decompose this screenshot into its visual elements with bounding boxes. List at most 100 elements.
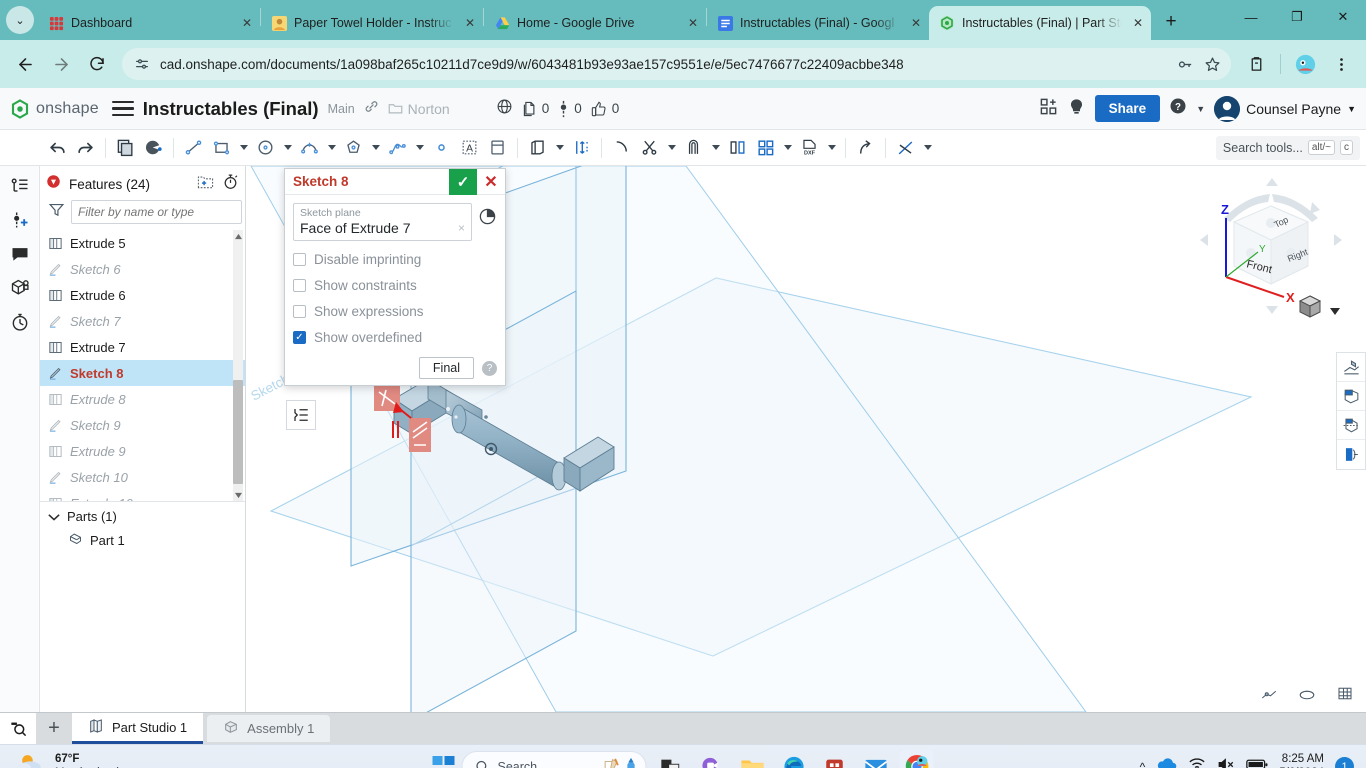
offset-chevron-down-icon[interactable] xyxy=(708,134,723,162)
user-chevron-down-icon[interactable]: ▼ xyxy=(1347,104,1356,114)
bookmark-star-icon[interactable] xyxy=(1204,56,1221,73)
forward-arrow-icon[interactable] xyxy=(44,47,78,81)
taskbar-search-input[interactable]: Search xyxy=(461,751,647,768)
polygon-chevron-down-icon[interactable] xyxy=(368,134,383,162)
share-button[interactable]: Share xyxy=(1094,95,1161,122)
feature-list-icon[interactable] xyxy=(4,170,36,202)
insert-part-icon[interactable] xyxy=(4,272,36,304)
render-shaded-icon[interactable] xyxy=(1337,382,1365,411)
error-badge-icon[interactable] xyxy=(46,174,61,194)
scroll-down-arrow-icon[interactable] xyxy=(233,489,243,501)
address-bar[interactable]: cad.onshape.com/documents/1a098baf265c10… xyxy=(122,48,1231,80)
feature-row-extrude-8[interactable]: Extrude 8 xyxy=(40,386,245,412)
checkbox[interactable] xyxy=(293,305,306,318)
comments-icon[interactable] xyxy=(4,238,36,270)
trim-chevron-down-icon[interactable] xyxy=(664,134,679,162)
spline-icon[interactable] xyxy=(384,134,411,162)
close-icon[interactable]: ✕ xyxy=(1129,14,1147,32)
sketch-plane-field[interactable]: Sketch plane Face of Extrude 7 × xyxy=(293,203,472,241)
filter-funnel-icon[interactable] xyxy=(48,201,65,223)
feature-row-extrude-6[interactable]: Extrude 6 xyxy=(40,282,245,308)
reload-icon[interactable] xyxy=(80,47,114,81)
use-projection-icon[interactable] xyxy=(524,134,551,162)
transform-icon[interactable] xyxy=(852,134,879,162)
feature-list-scrollbar[interactable] xyxy=(233,230,243,501)
spline-chevron-down-icon[interactable] xyxy=(412,134,427,162)
doc-tab-assembly-1[interactable]: Assembly 1 xyxy=(207,715,331,742)
pattern-chevron-down-icon[interactable] xyxy=(780,134,795,162)
option-show-overdefined[interactable]: Show overdefined xyxy=(293,330,497,345)
feature-list[interactable]: Extrude 5 Sketch 6 Extrude 6 Sketch 7 Extrud… xyxy=(40,230,245,502)
option-show-constraints[interactable]: Show constraints xyxy=(293,278,497,293)
scrollbar-thumb[interactable] xyxy=(233,380,243,484)
use-chevron-down-icon[interactable] xyxy=(552,134,567,162)
notifications-badge[interactable]: 1 xyxy=(1335,757,1354,768)
file-explorer-icon[interactable] xyxy=(736,750,770,768)
browser-tab-google-drive[interactable]: Home - Google Drive ✕ xyxy=(484,6,706,40)
circle-chevron-down-icon[interactable] xyxy=(280,134,295,162)
weather-widget[interactable]: 67°F Mostly cloudy xyxy=(0,752,125,768)
feature-row-extrude-5[interactable]: Extrude 5 xyxy=(40,230,245,256)
chevron-down-icon[interactable] xyxy=(48,509,60,524)
add-tab-button[interactable]: + xyxy=(36,713,72,744)
parts-section-header[interactable]: Parts (1) xyxy=(40,502,245,528)
wifi-icon[interactable] xyxy=(1188,757,1206,768)
option-disable-imprinting[interactable]: Disable imprinting xyxy=(293,252,497,267)
construction-chevron-down-icon[interactable] xyxy=(920,134,935,162)
feature-row-sketch-8[interactable]: Sketch 8 xyxy=(40,360,245,386)
edge-icon[interactable] xyxy=(777,750,811,768)
final-button[interactable]: Final xyxy=(418,357,474,379)
arc-icon[interactable] xyxy=(296,134,323,162)
globe-icon[interactable] xyxy=(496,98,513,120)
scroll-up-arrow-icon[interactable] xyxy=(233,230,243,242)
measure-icon[interactable] xyxy=(1337,440,1365,469)
feature-tree-toggle-icon[interactable] xyxy=(286,400,316,430)
checkbox[interactable] xyxy=(293,253,306,266)
fillet-icon[interactable] xyxy=(608,134,635,162)
linear-pattern-icon[interactable] xyxy=(752,134,779,162)
user-menu[interactable]: Counsel Payne ▼ xyxy=(1214,95,1356,122)
close-icon[interactable]: ✕ xyxy=(684,14,702,32)
rectangle-chevron-down-icon[interactable] xyxy=(236,134,251,162)
feature-row-sketch-10[interactable]: Sketch 10 xyxy=(40,464,245,490)
accept-button[interactable]: ✓ xyxy=(449,168,477,195)
chrome-icon[interactable] xyxy=(899,749,934,768)
undo-icon[interactable] xyxy=(44,134,71,162)
feature-row-extrude-10[interactable]: Extrude 10 xyxy=(40,490,245,501)
password-key-icon[interactable] xyxy=(1177,56,1194,73)
rectangle-icon[interactable] xyxy=(208,134,235,162)
versions-counter[interactable]: 0 xyxy=(558,100,582,118)
offset-icon[interactable] xyxy=(680,134,707,162)
task-view-icon[interactable] xyxy=(654,750,688,768)
extensions-icon[interactable] xyxy=(1239,47,1273,81)
tab-search-icon[interactable] xyxy=(0,713,36,744)
copy-paste-icon[interactable] xyxy=(112,134,139,162)
construction-geometry-icon[interactable] xyxy=(892,134,919,162)
mirror-icon[interactable] xyxy=(724,134,751,162)
battery-icon[interactable] xyxy=(1246,758,1268,768)
history-icon[interactable] xyxy=(4,306,36,338)
feature-row-extrude-9[interactable]: Extrude 9 xyxy=(40,438,245,464)
section-view-icon[interactable] xyxy=(1337,353,1365,382)
line-icon[interactable] xyxy=(180,134,207,162)
close-window-button[interactable]: ✕ xyxy=(1320,0,1366,34)
volume-muted-icon[interactable] xyxy=(1217,757,1235,768)
help-chevron-down-icon[interactable]: ▼ xyxy=(1196,104,1205,114)
display-state-icon[interactable] xyxy=(1337,411,1365,440)
point-icon[interactable] xyxy=(428,134,455,162)
dxf-chevron-down-icon[interactable] xyxy=(824,134,839,162)
arc-chevron-down-icon[interactable] xyxy=(324,134,339,162)
tab-list-button[interactable]: ⌄ xyxy=(6,6,34,34)
onshape-logo[interactable]: onshape xyxy=(10,98,99,119)
tray-chevron-up-icon[interactable]: ^ xyxy=(1140,760,1146,768)
copies-counter[interactable]: 0 xyxy=(522,101,549,117)
new-tab-button[interactable]: + xyxy=(1157,8,1185,36)
close-icon[interactable]: ✕ xyxy=(238,14,256,32)
add-part-studio-icon[interactable] xyxy=(4,204,36,236)
site-settings-icon[interactable] xyxy=(134,56,150,72)
maximize-button[interactable]: ❐ xyxy=(1274,0,1320,34)
minimize-button[interactable]: — xyxy=(1228,0,1274,34)
checkbox[interactable] xyxy=(293,279,306,292)
polygon-icon[interactable] xyxy=(340,134,367,162)
option-show-expressions[interactable]: Show expressions xyxy=(293,304,497,319)
